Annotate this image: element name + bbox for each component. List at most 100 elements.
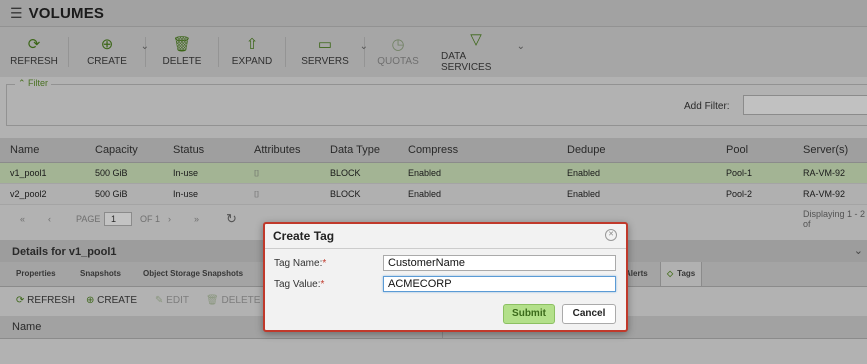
dialog-title: Create Tag xyxy=(273,229,335,243)
refresh-label: REFRESH xyxy=(10,56,58,67)
submit-button[interactable]: Submit xyxy=(503,304,555,324)
page-label: PAGE xyxy=(76,214,101,224)
of-pages-label: OF 1 xyxy=(140,214,161,224)
refresh-icon: ⟳ xyxy=(16,295,25,306)
tags-create-button[interactable]: ⊕ CREATE xyxy=(86,295,137,306)
create-label: CREATE xyxy=(87,56,127,67)
column-header-dedupe[interactable]: Dedupe xyxy=(567,144,606,156)
tags-refresh-button[interactable]: ⟳ REFRESH xyxy=(16,295,75,306)
table-row[interactable]: v2_pool2 500 GiB In-use ⌷ BLOCK Enabled … xyxy=(0,184,867,205)
tab-properties[interactable]: Properties xyxy=(10,262,62,286)
trash-icon: 🗑 xyxy=(172,36,192,53)
plus-circle-icon: ⊕ xyxy=(86,295,95,306)
cell-name: v1_pool1 xyxy=(10,168,47,178)
tags-edit-button[interactable]: ✎ EDIT xyxy=(155,295,189,306)
tag-icon: ◇ xyxy=(667,269,674,278)
table-row[interactable]: v1_pool1 500 GiB In-use ⌷ BLOCK Enabled … xyxy=(0,163,867,184)
cell-pool: Pool-2 xyxy=(726,189,753,199)
servers-button[interactable]: ▭ SERVERS ⌄ xyxy=(286,27,368,77)
tags-refresh-label: REFRESH xyxy=(27,295,75,306)
last-page-icon[interactable]: » xyxy=(194,214,199,224)
cell-dedupe: Enabled xyxy=(567,168,601,178)
cell-data-type: BLOCK xyxy=(330,189,361,199)
column-header-name[interactable]: Name xyxy=(12,321,41,333)
filter-legend-label: Filter xyxy=(28,78,49,88)
first-page-icon[interactable]: « xyxy=(20,214,25,224)
camera-icon: ⌷ xyxy=(254,188,260,199)
next-page-icon[interactable]: › xyxy=(168,214,171,224)
page-title: VOLUMES xyxy=(28,4,105,22)
cell-status: In-use xyxy=(173,168,199,178)
volumes-table-header: Name Capacity Status Attributes Data Typ… xyxy=(0,138,867,163)
main-toolbar: ⟳ REFRESH ⊕ CREATE ⌄ 🗑 DELETE ⇧ EXPAND ▭… xyxy=(0,27,867,77)
camera-icon: ⌷ xyxy=(254,167,260,178)
cell-pool: Pool-1 xyxy=(726,168,753,178)
cell-data-type: BLOCK xyxy=(330,168,361,178)
cancel-button[interactable]: Cancel xyxy=(562,304,616,324)
displaying-count: Displaying 1 - 2 of xyxy=(803,209,866,229)
column-header-attributes[interactable]: Attributes xyxy=(254,144,300,156)
column-header-pool[interactable]: Pool xyxy=(726,144,748,156)
filter-legend[interactable]: ⌃ Filter xyxy=(15,78,52,89)
tags-create-label: CREATE xyxy=(97,295,137,306)
tags-delete-button[interactable]: 🗑 DELETE xyxy=(206,295,260,306)
data-services-label: DATA SERVICES xyxy=(441,50,492,73)
column-header-name[interactable]: Name xyxy=(10,144,39,156)
tab-object-storage-snapshots[interactable]: Object Storage Snapshots xyxy=(137,262,249,286)
quotas-label: QUOTAS xyxy=(377,56,419,67)
tag-name-label-text: Tag Name: xyxy=(274,258,323,269)
cell-dedupe: Enabled xyxy=(567,189,601,199)
expand-button[interactable]: ⇧ EXPAND xyxy=(219,27,285,77)
cell-servers: RA-VM-92 xyxy=(803,189,846,199)
refresh-button[interactable]: ⟳ REFRESH xyxy=(0,27,68,77)
servers-label: SERVERS xyxy=(301,56,349,67)
close-icon[interactable]: ✕ xyxy=(605,229,617,241)
required-marker: * xyxy=(322,258,327,269)
tag-value-label-text: Tag Value: xyxy=(274,279,321,290)
clock-icon: ◷ xyxy=(391,36,405,53)
reload-icon[interactable]: ↻ xyxy=(226,211,237,227)
tags-edit-label: EDIT xyxy=(166,295,189,306)
cell-servers: RA-VM-92 xyxy=(803,168,846,178)
cell-capacity: 500 GiB xyxy=(95,189,128,199)
cell-capacity: 500 GiB xyxy=(95,168,128,178)
tag-name-field[interactable] xyxy=(383,255,616,271)
add-filter-label: Add Filter: xyxy=(684,101,730,112)
tab-tags[interactable]: ◇ Tags xyxy=(660,262,703,286)
column-header-status[interactable]: Status xyxy=(173,144,204,156)
expand-label: EXPAND xyxy=(231,56,273,67)
quotas-button[interactable]: ◷ QUOTAS xyxy=(365,27,431,77)
data-services-button[interactable]: ▽ DATA SERVICES ⌄ xyxy=(431,27,525,77)
plus-circle-icon: ⊕ xyxy=(100,36,114,53)
details-title: Details for v1_pool1 xyxy=(12,246,117,258)
pencil-icon: ✎ xyxy=(155,295,164,306)
tab-tags-label: Tags xyxy=(677,269,696,278)
tag-value-label: Tag Value:* xyxy=(274,279,324,290)
column-header-compress[interactable]: Compress xyxy=(408,144,458,156)
server-icon: ▭ xyxy=(317,36,333,53)
required-marker: * xyxy=(320,279,325,290)
column-header-servers[interactable]: Server(s) xyxy=(803,144,848,156)
prev-page-icon[interactable]: ‹ xyxy=(48,214,51,224)
tag-name-label: Tag Name:* xyxy=(274,258,326,269)
filter-panel: ⌃ Filter Add Filter: xyxy=(6,78,867,126)
shield-icon: ▽ xyxy=(470,30,482,48)
tag-value-field[interactable] xyxy=(383,276,616,292)
cell-compress: Enabled xyxy=(408,189,442,199)
column-header-data-type[interactable]: Data Type xyxy=(330,144,380,156)
delete-button[interactable]: 🗑 DELETE xyxy=(146,27,218,77)
add-filter-select[interactable] xyxy=(743,95,867,115)
dialog-header: Create Tag ✕ xyxy=(265,224,626,249)
refresh-icon: ⟳ xyxy=(27,36,41,53)
cell-name: v2_pool2 xyxy=(10,189,47,199)
tags-delete-label: DELETE xyxy=(221,295,261,306)
title-bar: ☰ VOLUMES xyxy=(0,0,867,27)
create-tag-dialog: Create Tag ✕ Tag Name:* Tag Value:* Subm… xyxy=(263,222,628,332)
tab-snapshots[interactable]: Snapshots xyxy=(74,262,127,286)
column-header-capacity[interactable]: Capacity xyxy=(95,144,138,156)
trash-icon: 🗑 xyxy=(206,295,219,306)
create-button[interactable]: ⊕ CREATE ⌄ xyxy=(69,27,149,77)
page-number-input[interactable]: 1 xyxy=(104,212,132,226)
chevron-down-icon[interactable]: ⌄ xyxy=(854,244,863,257)
chevron-down-icon[interactable]: ⌄ xyxy=(517,41,525,52)
